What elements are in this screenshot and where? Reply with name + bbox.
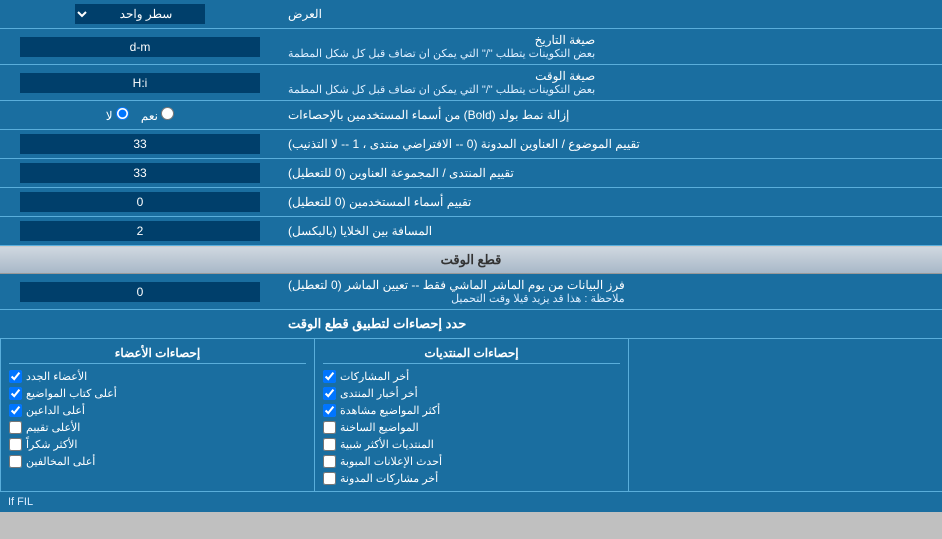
radio-no-label: لا bbox=[106, 107, 129, 123]
checkbox-item: أحدث الإعلانات المبوبة bbox=[323, 453, 620, 470]
checkbox-item: أعلى الداعين bbox=[9, 402, 306, 419]
snapshot-value-label: فرز البيانات من يوم الماشر الماشي فقط --… bbox=[280, 274, 942, 309]
checkbox-top-posters[interactable] bbox=[9, 387, 22, 400]
checkbox-popular-forums[interactable] bbox=[323, 438, 336, 451]
cell-spacing-input[interactable] bbox=[20, 221, 260, 241]
checkbox-item: الأكثر شكراً bbox=[9, 436, 306, 453]
date-format-label: صيغة التاريخ بعض التكوينات يتطلب "/" الت… bbox=[280, 29, 942, 64]
stats-header-spacer bbox=[0, 310, 280, 338]
snapshot-section-header: قطع الوقت bbox=[0, 246, 942, 274]
forum-order-input-wrapper bbox=[0, 159, 280, 187]
date-format-input[interactable] bbox=[20, 37, 260, 57]
date-format-input-wrapper bbox=[0, 29, 280, 64]
time-format-input-wrapper bbox=[0, 65, 280, 100]
forum-order-row: تقييم المنتدى / المجموعة العناوين (0 للت… bbox=[0, 159, 942, 188]
remove-bold-radio-wrapper: نعم لا bbox=[0, 101, 280, 129]
checkbox-forum-news[interactable] bbox=[323, 387, 336, 400]
checkbox-item: الأعضاء الجدد bbox=[9, 368, 306, 385]
snapshot-value-input[interactable] bbox=[20, 282, 260, 302]
topics-order-input-wrapper bbox=[0, 130, 280, 158]
stats-header-label: حدد إحصاءات لتطبيق قطع الوقت bbox=[280, 310, 942, 338]
checkbox-latest-posts[interactable] bbox=[323, 370, 336, 383]
display-select-wrapper: سطر واحد bbox=[0, 0, 280, 28]
topics-order-label: تقييم الموضوع / العناوين المدونة (0 -- ا… bbox=[280, 130, 942, 158]
time-format-input[interactable] bbox=[20, 73, 260, 93]
col-forums-header: إحصاءات المنتديات bbox=[323, 343, 620, 364]
radio-yes[interactable] bbox=[161, 107, 174, 120]
display-select[interactable]: سطر واحد bbox=[75, 4, 205, 24]
checkbox-most-viewed[interactable] bbox=[323, 404, 336, 417]
col-members-header: إحصاءات الأعضاء bbox=[9, 343, 306, 364]
time-format-label: صيغة الوقت بعض التكوينات يتطلب "/" التي … bbox=[280, 65, 942, 100]
checkbox-item: المواضيع الساخنة bbox=[323, 419, 620, 436]
forum-order-input[interactable] bbox=[20, 163, 260, 183]
checkbox-hot-topics[interactable] bbox=[323, 421, 336, 434]
cell-spacing-input-wrapper bbox=[0, 217, 280, 245]
remove-bold-label: إزالة نمط بولد (Bold) من أسماء المستخدمي… bbox=[280, 101, 942, 129]
users-order-row: تقييم أسماء المستخدمين (0 للتعطيل) bbox=[0, 188, 942, 217]
date-format-row: صيغة التاريخ بعض التكوينات يتطلب "/" الت… bbox=[0, 29, 942, 65]
checkbox-col-forums: إحصاءات المنتديات أخر المشاركات أخر أخبا… bbox=[314, 339, 628, 491]
checkbox-top-referrers[interactable] bbox=[9, 404, 22, 417]
checkbox-blog-posts[interactable] bbox=[323, 472, 336, 485]
checkbox-new-members[interactable] bbox=[9, 370, 22, 383]
checkbox-top-violators[interactable] bbox=[9, 455, 22, 468]
checkbox-item: المنتديات الأكثر شبية bbox=[323, 436, 620, 453]
users-order-label: تقييم أسماء المستخدمين (0 للتعطيل) bbox=[280, 188, 942, 216]
checkbox-item: أخر المشاركات bbox=[323, 368, 620, 385]
checkboxes-grid: إحصاءات المنتديات أخر المشاركات أخر أخبا… bbox=[0, 339, 942, 491]
snapshot-value-input-wrapper bbox=[0, 274, 280, 309]
topics-order-row: تقييم الموضوع / العناوين المدونة (0 -- ا… bbox=[0, 130, 942, 159]
cell-spacing-label: المسافة بين الخلايا (بالبكسل) bbox=[280, 217, 942, 245]
empty-spacer bbox=[628, 339, 942, 491]
remove-bold-row: إزالة نمط بولد (Bold) من أسماء المستخدمي… bbox=[0, 101, 942, 130]
main-container: العرض سطر واحد صيغة التاريخ بعض التكوينا… bbox=[0, 0, 942, 512]
forum-order-label: تقييم المنتدى / المجموعة العناوين (0 للت… bbox=[280, 159, 942, 187]
checkbox-top-rated[interactable] bbox=[9, 421, 22, 434]
topics-order-input[interactable] bbox=[20, 134, 260, 154]
snapshot-value-row: فرز البيانات من يوم الماشر الماشي فقط --… bbox=[0, 274, 942, 310]
header-row: العرض سطر واحد bbox=[0, 0, 942, 29]
checkbox-item: أعلى كتاب المواضيع bbox=[9, 385, 306, 402]
checkbox-item: الأعلى تقييم bbox=[9, 419, 306, 436]
users-order-input[interactable] bbox=[20, 192, 260, 212]
stats-header-row: حدد إحصاءات لتطبيق قطع الوقت bbox=[0, 310, 942, 339]
radio-yes-label: نعم bbox=[141, 107, 174, 123]
checkbox-item: أكثر المواضيع مشاهدة bbox=[323, 402, 620, 419]
users-order-input-wrapper bbox=[0, 188, 280, 216]
time-format-row: صيغة الوقت بعض التكوينات يتطلب "/" التي … bbox=[0, 65, 942, 101]
radio-no[interactable] bbox=[116, 107, 129, 120]
bottom-text: If FIL bbox=[0, 491, 942, 512]
checkbox-col-members: إحصاءات الأعضاء الأعضاء الجدد أعلى كتاب … bbox=[0, 339, 314, 491]
cell-spacing-row: المسافة بين الخلايا (بالبكسل) bbox=[0, 217, 942, 246]
checkbox-item: أخر مشاركات المدونة bbox=[323, 470, 620, 487]
checkbox-item: أعلى المخالفين bbox=[9, 453, 306, 470]
page-title-label: العرض bbox=[280, 0, 942, 28]
checkbox-most-thanked[interactable] bbox=[9, 438, 22, 451]
checkbox-item: أخر أخبار المنتدى bbox=[323, 385, 620, 402]
checkbox-latest-classifieds[interactable] bbox=[323, 455, 336, 468]
